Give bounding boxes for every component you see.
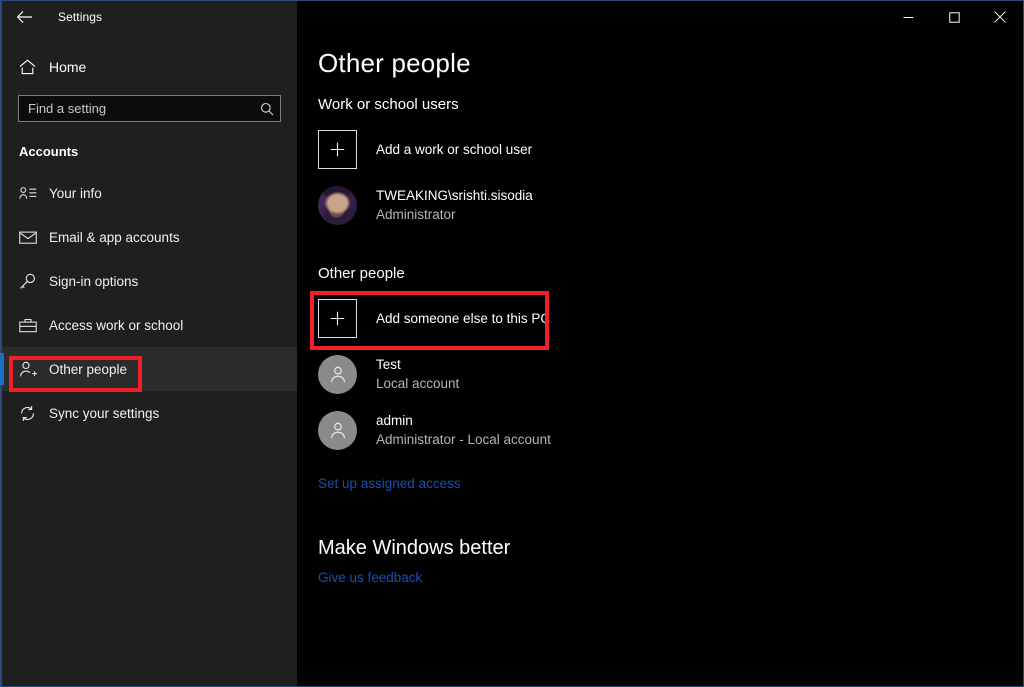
settings-window: Settings Home Find a setting Accounts Yo…: [0, 0, 1024, 687]
photo-avatar: [318, 185, 357, 225]
person-plus-icon: [19, 361, 45, 378]
window-body: Home Accounts: [0, 1, 1023, 686]
home-icon: [19, 59, 45, 75]
user-row-work[interactable]: TWEAKING\srishti.sisodia Administrator: [318, 185, 1023, 225]
user-name: TWEAKING\srishti.sisodia: [376, 187, 533, 203]
sync-icon: [19, 405, 45, 422]
user-name: admin: [376, 412, 413, 428]
other-section-heading: Other people: [318, 264, 405, 282]
generic-person-avatar: [318, 354, 357, 394]
search-box[interactable]: [18, 95, 281, 122]
sidebar-item-label: Access work or school: [49, 317, 184, 333]
close-icon: [994, 11, 1006, 23]
sidebar-item-label: Your info: [49, 185, 102, 201]
maximize-icon: [948, 11, 960, 23]
plus-icon: [318, 129, 357, 169]
add-work-or-school-user-button[interactable]: Add a work or school user: [318, 129, 1023, 169]
user-role: Administrator - Local account: [376, 432, 551, 448]
search-input[interactable]: [19, 96, 254, 121]
sidebar-item-your-info[interactable]: Your info: [2, 171, 297, 215]
sidebar-item-email-app-accounts[interactable]: Email & app accounts: [2, 215, 297, 259]
work-section-heading: Work or school users: [318, 95, 459, 113]
set-up-assigned-access-link[interactable]: Set up assigned access: [318, 476, 461, 491]
user-role: Local account: [376, 376, 460, 392]
user-role: Administrator: [376, 207, 456, 223]
sidebar-item-label: Sync your settings: [49, 405, 160, 421]
window-title: Settings: [58, 10, 103, 24]
sidebar-nav: Your info Email & app accounts Sign-in o…: [0, 171, 297, 435]
add-work-or-school-user-label: Add a work or school user: [376, 141, 533, 157]
minimize-icon: [903, 12, 914, 23]
page-title: Other people: [318, 48, 471, 78]
key-icon: [19, 273, 45, 290]
sidebar-item-sign-in-options[interactable]: Sign-in options: [2, 259, 297, 303]
user-row-admin[interactable]: admin Administrator - Local account: [318, 410, 1023, 450]
minimize-button[interactable]: [885, 2, 931, 33]
back-arrow-icon: [16, 10, 33, 24]
sidebar-item-label: Sign-in options: [49, 273, 139, 289]
user-name: Test: [376, 356, 401, 372]
add-someone-else-label: Add someone else to this PC: [376, 310, 551, 326]
sidebar-section-title: Accounts: [19, 144, 79, 159]
sidebar-item-label: Other people: [49, 361, 128, 377]
sidebar-item-home[interactable]: Home: [2, 49, 297, 85]
user-row-test[interactable]: Test Local account: [318, 354, 1023, 394]
envelope-icon: [19, 231, 45, 244]
sidebar-item-label: Email & app accounts: [49, 229, 180, 245]
sidebar-item-access-work-or-school[interactable]: Access work or school: [2, 303, 297, 347]
main-content: Other people Work or school users Add a …: [297, 1, 1023, 686]
sidebar: Home Accounts: [0, 1, 297, 686]
search-container: [2, 85, 297, 122]
close-button[interactable]: [977, 2, 1023, 33]
give-us-feedback-link[interactable]: Give us feedback: [318, 570, 422, 585]
search-icon[interactable]: [254, 102, 280, 116]
briefcase-icon: [19, 318, 45, 333]
user-info: Test Local account: [376, 355, 459, 394]
user-info: TWEAKING\srishti.sisodia Administrator: [376, 186, 533, 225]
add-someone-else-button[interactable]: Add someone else to this PC: [318, 298, 1023, 338]
sidebar-home-label: Home: [49, 59, 87, 75]
make-windows-better-heading: Make Windows better: [318, 536, 511, 559]
user-info: admin Administrator - Local account: [376, 411, 551, 450]
back-button[interactable]: [2, 1, 46, 33]
person-card-icon: [19, 186, 45, 200]
sidebar-item-sync-your-settings[interactable]: Sync your settings: [2, 391, 297, 435]
sidebar-item-other-people[interactable]: Other people: [0, 347, 297, 391]
generic-person-avatar: [318, 410, 357, 450]
plus-icon: [318, 298, 357, 338]
maximize-button[interactable]: [931, 2, 977, 33]
